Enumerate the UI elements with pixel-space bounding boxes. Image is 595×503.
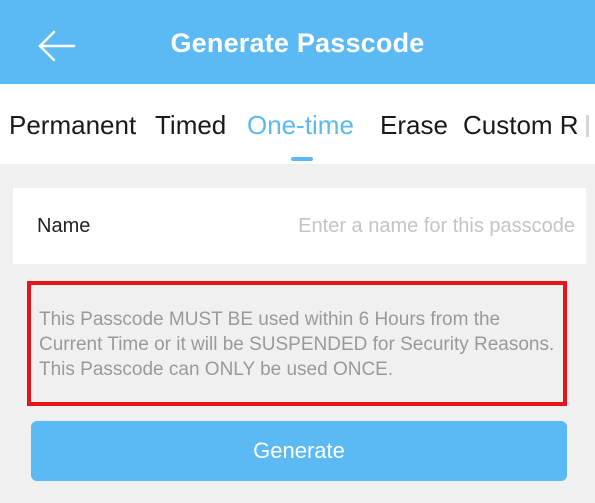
generate-button[interactable]: Generate [31,421,567,481]
tab-erase[interactable]: Erase [380,110,448,141]
name-row: Name [13,188,586,264]
tab-scroll-edge [586,115,589,137]
active-tab-indicator [291,157,313,161]
tab-timed[interactable]: Timed [155,110,226,141]
tab-permanent[interactable]: Permanent [9,110,136,141]
page-title: Generate Passcode [170,28,425,58]
notice-text: This Passcode MUST BE used within 6 Hour… [39,309,555,380]
content-area: Name This Passcode MUST BE used within 6… [0,164,595,503]
tab-bar: Permanent Timed One-time Erase Custom R [0,84,595,164]
tab-one-time[interactable]: One-time [247,110,354,141]
header-bar: Generate Passcode [0,0,595,84]
name-input[interactable] [223,208,575,244]
tab-custom[interactable]: Custom R [463,110,579,141]
passcode-notice: This Passcode MUST BE used within 6 Hour… [27,281,567,406]
name-label: Name [37,215,91,237]
